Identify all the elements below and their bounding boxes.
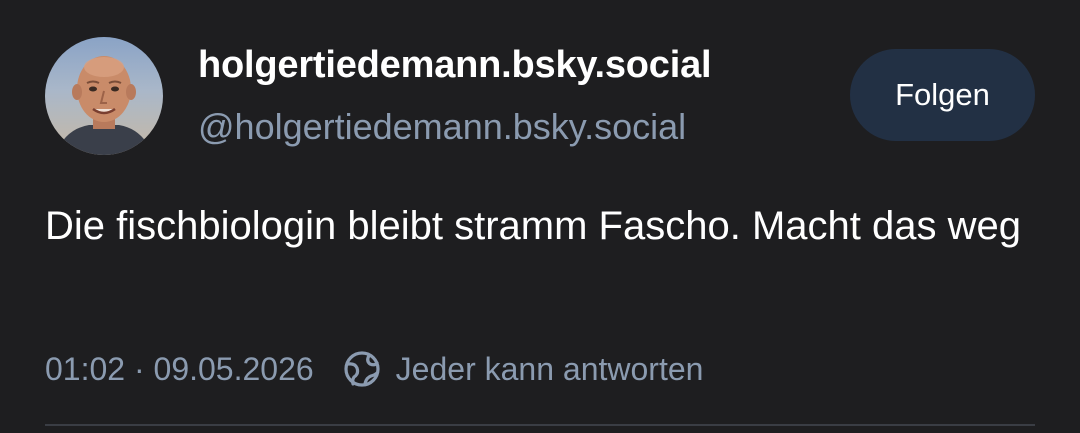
post-timestamp[interactable]: 01:02 · 09.05.2026 xyxy=(45,351,314,388)
divider xyxy=(45,424,1035,426)
post-text: Die fischbiologin bleibt stramm Fascho. … xyxy=(45,204,1021,248)
author-display-name[interactable]: holgertiedemann.bsky.social xyxy=(198,44,712,87)
post-card: holgertiedemann.bsky.social @holgertiede… xyxy=(0,0,1080,433)
author-avatar[interactable] xyxy=(45,37,163,155)
avatar-photo-icon xyxy=(55,56,153,155)
globe-icon xyxy=(342,349,382,389)
reply-setting[interactable]: Jeder kann antworten xyxy=(396,351,704,388)
follow-button[interactable]: Folgen xyxy=(850,49,1035,141)
post-meta: 01:02 · 09.05.2026 Jeder kann antworten xyxy=(45,346,703,392)
author-handle[interactable]: @holgertiedemann.bsky.social xyxy=(198,106,686,148)
